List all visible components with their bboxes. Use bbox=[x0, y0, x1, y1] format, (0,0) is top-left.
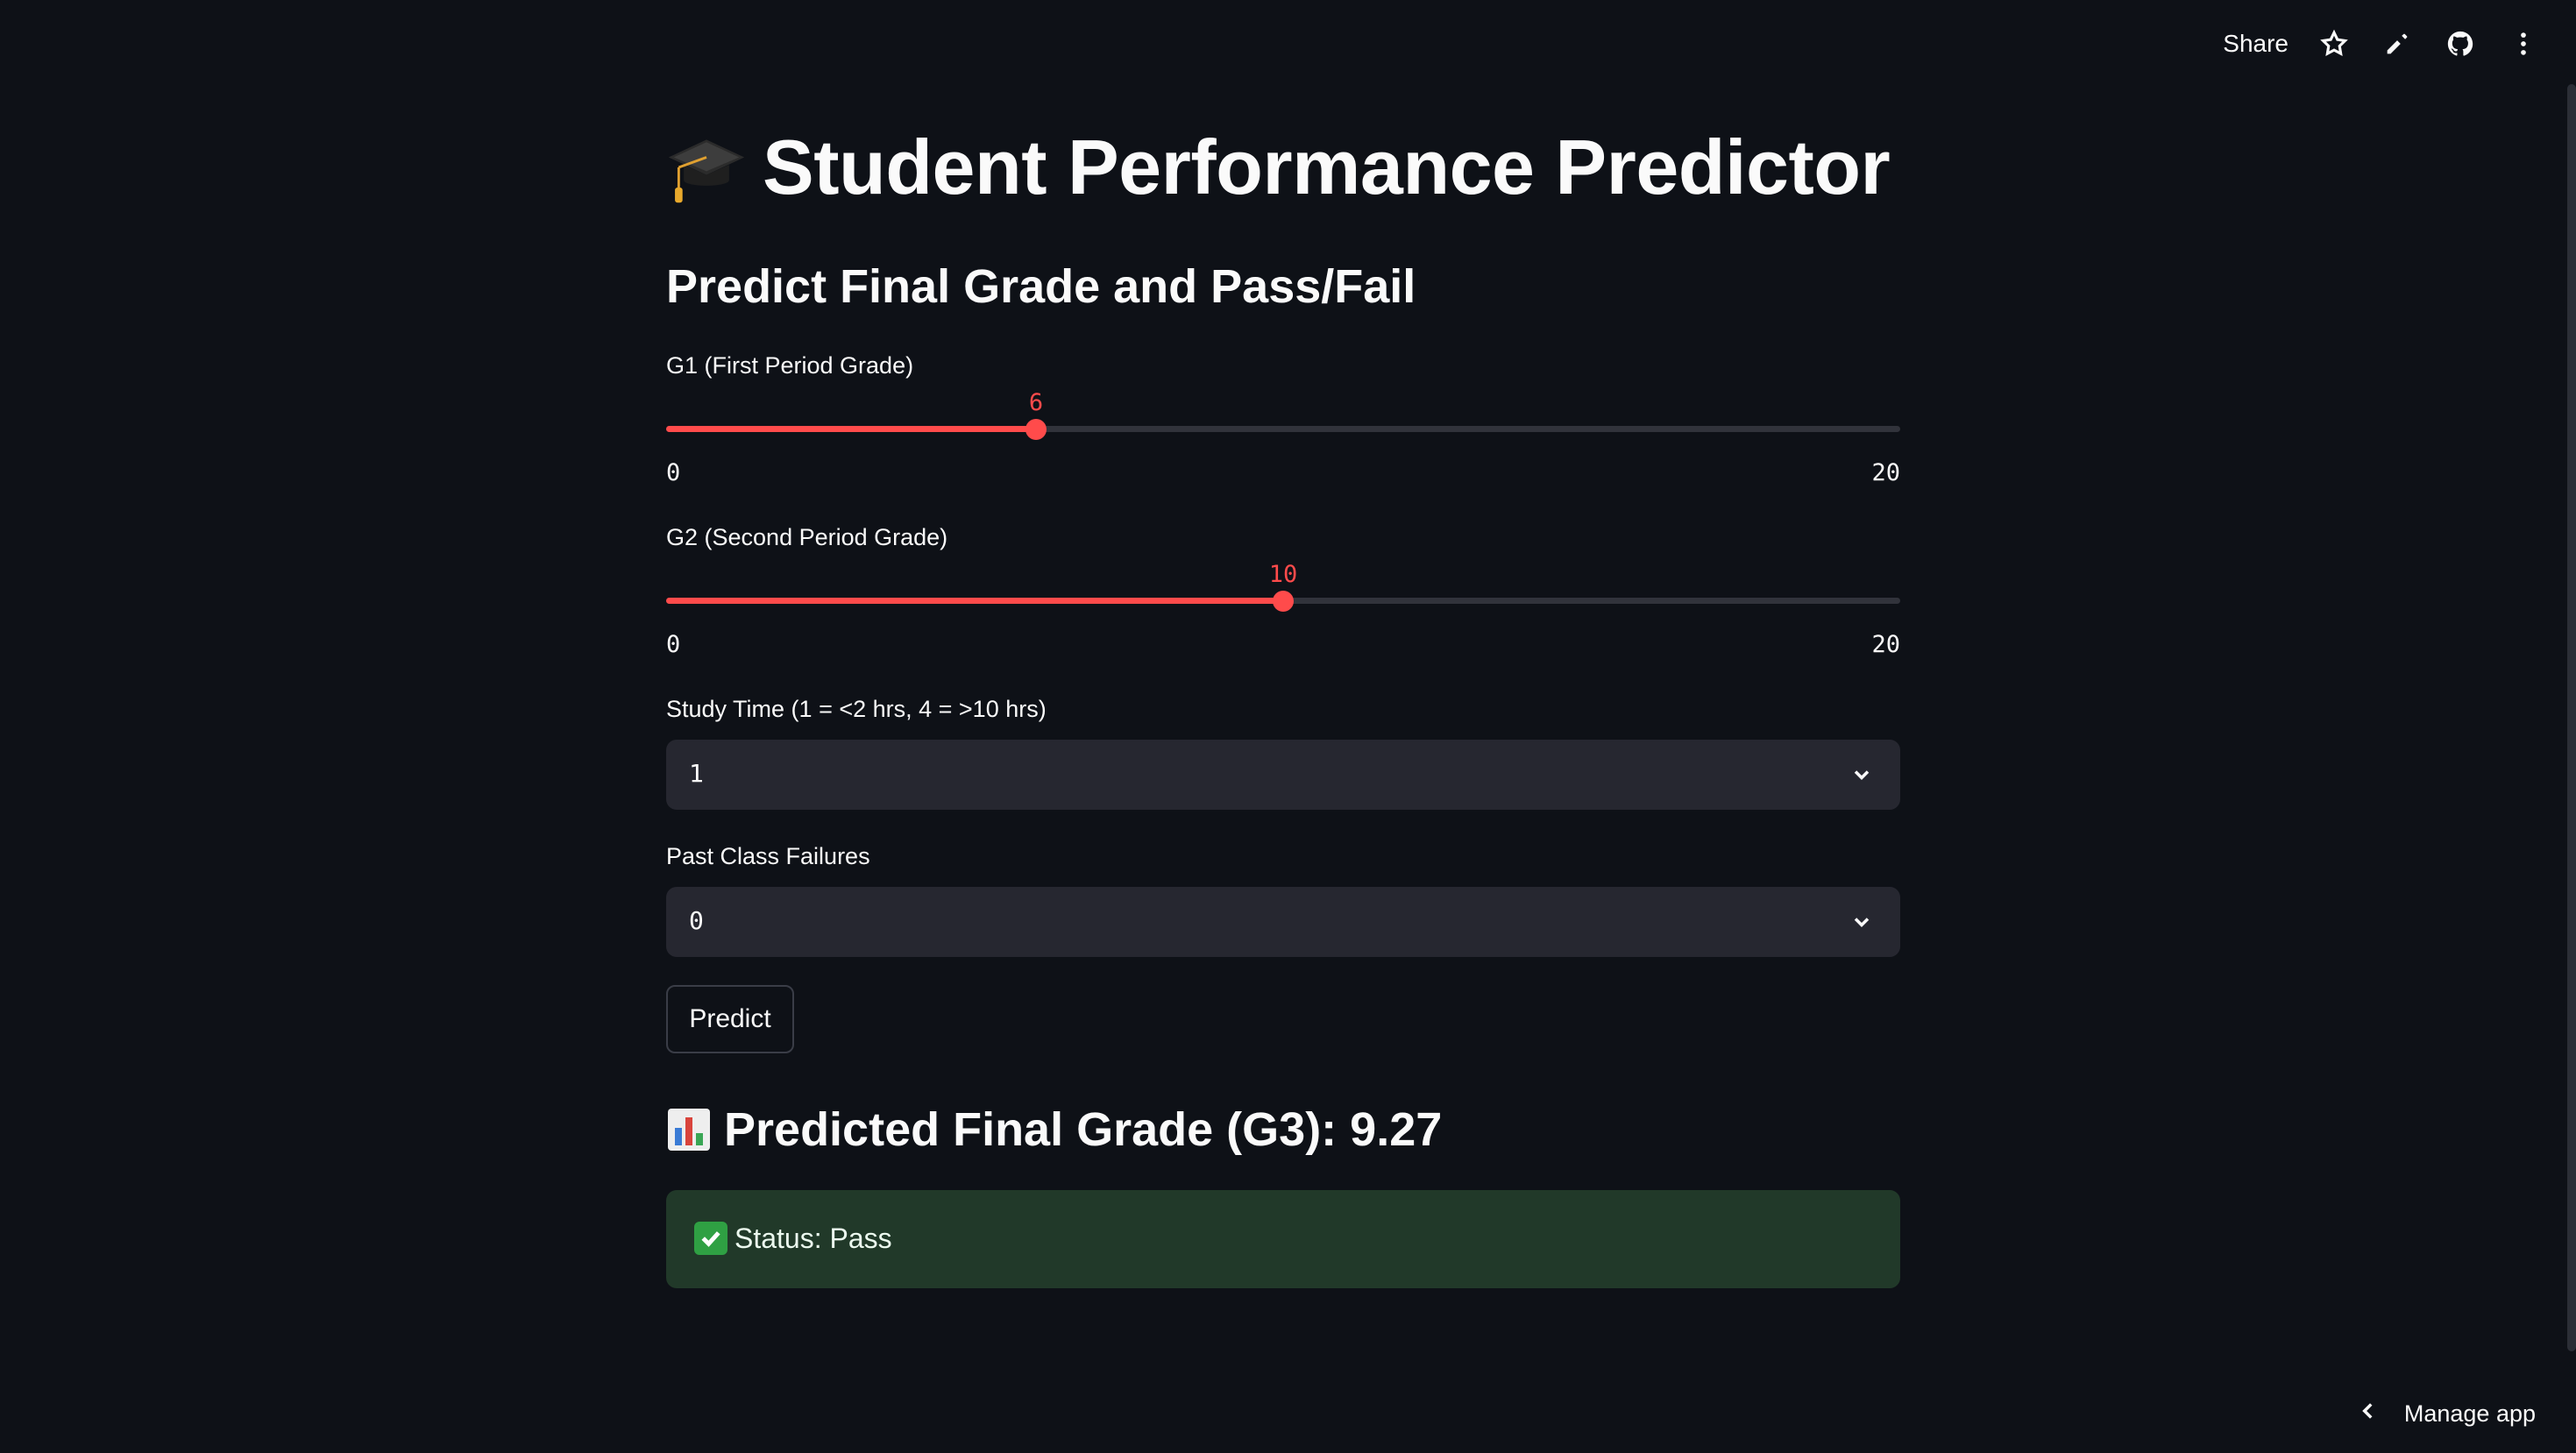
pencil-icon[interactable] bbox=[2380, 26, 2415, 61]
status-alert: Status: Pass bbox=[666, 1190, 1900, 1288]
top-toolbar: Share bbox=[2223, 23, 2541, 65]
chevron-down-icon bbox=[1849, 762, 1874, 787]
g2-label: G2 (Second Period Grade) bbox=[666, 524, 948, 550]
failures-label: Past Class Failures bbox=[666, 843, 870, 869]
studytime-label: Study Time (1 = <2 hrs, 4 = >10 hrs) bbox=[666, 696, 1047, 722]
star-icon[interactable] bbox=[2317, 26, 2352, 61]
failures-select[interactable]: 0 bbox=[666, 887, 1900, 957]
predicted-grade-text: Predicted Final Grade (G3): 9.27 bbox=[724, 1103, 1443, 1156]
g2-slider[interactable]: 10 0 20 bbox=[666, 561, 1900, 658]
g2-thumb[interactable] bbox=[1273, 591, 1294, 612]
studytime-value: 1 bbox=[689, 759, 704, 788]
graduation-cap-icon bbox=[666, 127, 747, 208]
g1-fill bbox=[666, 426, 1036, 432]
section-subtitle: Predict Final Grade and Pass/Fail bbox=[666, 260, 1416, 313]
g2-max: 20 bbox=[1871, 631, 1900, 658]
g1-thumb[interactable] bbox=[1025, 419, 1047, 440]
g1-slider[interactable]: 6 0 20 bbox=[666, 389, 1900, 486]
g1-min: 0 bbox=[666, 459, 681, 486]
share-button[interactable]: Share bbox=[2223, 30, 2289, 58]
studytime-select[interactable]: 1 bbox=[666, 740, 1900, 810]
more-vertical-icon[interactable] bbox=[2506, 26, 2541, 61]
github-icon[interactable] bbox=[2443, 26, 2478, 61]
chevron-down-icon bbox=[1849, 910, 1874, 934]
g1-value: 6 bbox=[1028, 389, 1044, 416]
g2-fill bbox=[666, 598, 1283, 604]
chevron-left-icon bbox=[2357, 1400, 2380, 1428]
manage-app-label: Manage app bbox=[2403, 1400, 2536, 1427]
app-page: Share Student Performance Predictor Pred… bbox=[0, 0, 2576, 1453]
check-mark-icon bbox=[694, 1222, 727, 1255]
page-title-text: Student Performance Predictor bbox=[763, 124, 1891, 210]
g2-min: 0 bbox=[666, 631, 681, 658]
manage-app-button[interactable]: Manage app bbox=[2357, 1400, 2536, 1428]
g1-max: 20 bbox=[1871, 459, 1900, 486]
page-title: Student Performance Predictor bbox=[666, 123, 1891, 212]
predict-button[interactable]: Predict bbox=[666, 985, 794, 1053]
failures-value: 0 bbox=[689, 906, 704, 935]
status-text: Status: Pass bbox=[734, 1222, 892, 1254]
g2-value: 10 bbox=[1268, 561, 1298, 588]
predicted-grade-heading: Predicted Final Grade (G3): 9.27 bbox=[666, 1102, 1442, 1157]
g1-label: G1 (First Period Grade) bbox=[666, 352, 914, 379]
g1-track[interactable] bbox=[666, 426, 1900, 432]
page-scrollbar[interactable] bbox=[2567, 84, 2576, 1351]
bar-chart-icon bbox=[666, 1107, 712, 1152]
